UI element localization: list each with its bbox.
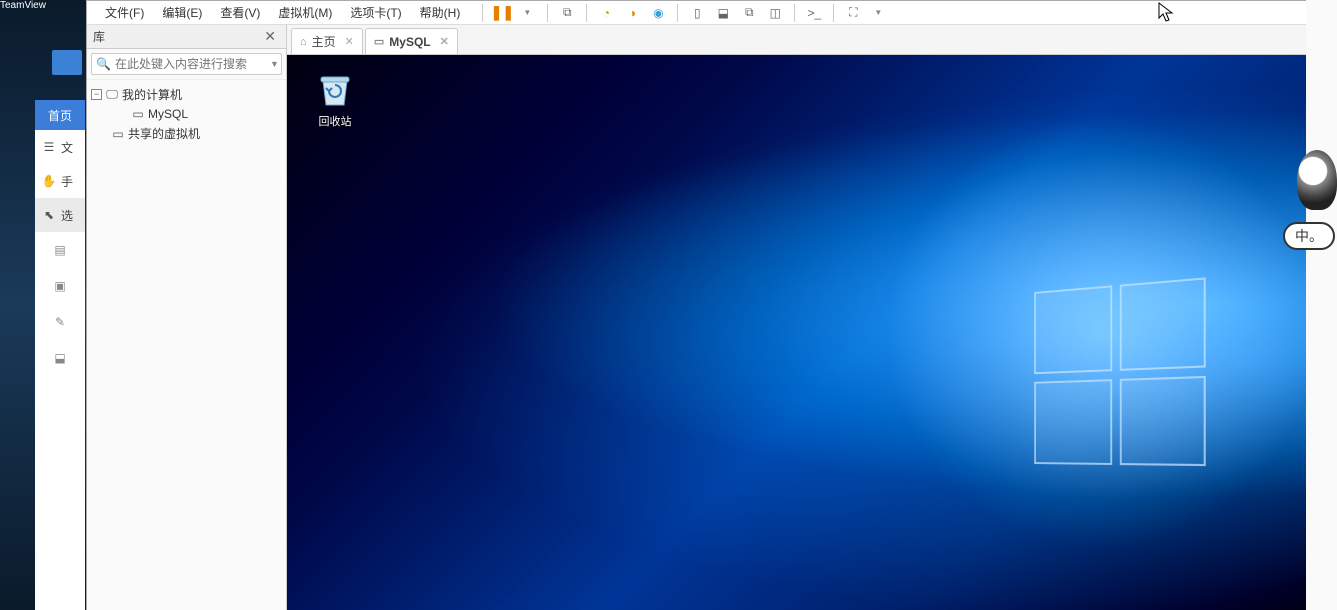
- chevron-down-icon[interactable]: ▼: [270, 59, 279, 69]
- tree-node-label: MySQL: [148, 107, 188, 121]
- vmware-window: 文件(F) 编辑(E) 查看(V) 虚拟机(M) 选项卡(T) 帮助(H) ❚❚…: [86, 0, 1306, 610]
- sidebar-pen-button[interactable]: ✎: [35, 304, 85, 340]
- tab-close-button[interactable]: ✕: [440, 35, 449, 48]
- tab-close-button[interactable]: ✕: [345, 35, 354, 48]
- left-app-sidebar: 首页 ☰ 文 ✋ 手 ⬉ 选 ▤ ▣ ✎ ⬓: [35, 100, 85, 610]
- library-search: 🔍 ▼: [87, 49, 286, 80]
- toolbar-separator: [677, 4, 678, 22]
- sidebar-item-select[interactable]: ⬉ 选: [35, 198, 85, 232]
- pause-button[interactable]: ❚❚: [491, 2, 513, 24]
- sidebar-item-hand[interactable]: ✋ 手: [35, 164, 85, 198]
- library-search-box[interactable]: 🔍 ▼: [91, 53, 282, 75]
- image-icon: ▣: [54, 279, 65, 293]
- vm-toolbar: ❚❚ ▼ ⧉ ◔ ◑ ◉ ▯ ⬓ ⧉ ◫ >_ ⛶ ▼: [487, 2, 894, 24]
- library-close-button[interactable]: ✕: [260, 28, 280, 45]
- vm-icon: ▭: [374, 35, 384, 48]
- sidebar-item-label: 选: [61, 207, 73, 224]
- library-title: 库: [93, 28, 105, 45]
- menu-edit[interactable]: 编辑(E): [154, 1, 210, 24]
- pause-dropdown[interactable]: ▼: [517, 2, 539, 24]
- tree-node-label: 我的计算机: [122, 86, 182, 103]
- console-button[interactable]: >_: [803, 2, 825, 24]
- vm-menu-text: 文件(F) 编辑(E) 查看(V) 虚拟机(M) 选项卡(T) 帮助(H): [87, 1, 478, 24]
- library-header: 库 ✕: [87, 25, 286, 49]
- shared-icon: ▭: [111, 127, 125, 141]
- layout-1-button[interactable]: ▯: [686, 2, 708, 24]
- menu-help[interactable]: 帮助(H): [412, 1, 469, 24]
- layout-3-button[interactable]: ⧉: [738, 2, 760, 24]
- library-search-input[interactable]: [115, 57, 270, 71]
- home-icon: ⌂: [300, 36, 307, 48]
- snapshot-button[interactable]: ⧉: [556, 2, 578, 24]
- sidebar-item-label: 文: [61, 139, 73, 156]
- toolbar-separator: [482, 4, 483, 22]
- vm-icon: ▭: [131, 107, 145, 121]
- ime-indicator[interactable]: 中。: [1283, 222, 1335, 250]
- folder-icon-fragment: [52, 50, 82, 75]
- layout-4-button[interactable]: ◫: [764, 2, 786, 24]
- tab-label: 主页: [312, 33, 336, 50]
- tab-home[interactable]: ⌂ 主页 ✕: [291, 28, 363, 54]
- vm-guest-viewport[interactable]: 回收站: [287, 55, 1306, 610]
- tab-mysql[interactable]: ▭ MySQL ✕: [365, 28, 458, 54]
- tab-label: MySQL: [389, 35, 430, 49]
- teamviewer-fragment: TeamView: [0, 0, 45, 12]
- fullscreen-button[interactable]: ⛶: [842, 2, 864, 24]
- recycle-bin-icon: [315, 69, 355, 109]
- monitor-icon: 🖵: [105, 87, 119, 102]
- toolbar-separator: [833, 4, 834, 22]
- hand-icon: ✋: [41, 173, 57, 189]
- sidebar-item-menu[interactable]: ☰ 文: [35, 130, 85, 164]
- win10-logo: [1034, 277, 1206, 466]
- export-icon: ⬓: [54, 351, 65, 365]
- menu-icon: ☰: [41, 139, 57, 155]
- sidebar-item-label: 手: [61, 173, 73, 190]
- snapshot-manage-button[interactable]: ◉: [647, 2, 669, 24]
- tree-node-label: 共享的虚拟机: [128, 125, 200, 142]
- sidebar-export-button[interactable]: ⬓: [35, 340, 85, 376]
- sidebar-image-button[interactable]: ▣: [35, 268, 85, 304]
- sidebar-list-button[interactable]: ▤: [35, 232, 85, 268]
- toolbar-separator: [547, 4, 548, 22]
- chevron-down-icon: ▼: [523, 8, 531, 17]
- left-sidebar-header[interactable]: 首页: [35, 100, 85, 130]
- chevron-down-icon: ▼: [874, 8, 882, 17]
- menu-vm[interactable]: 虚拟机(M): [270, 1, 340, 24]
- vm-menubar: 文件(F) 编辑(E) 查看(V) 虚拟机(M) 选项卡(T) 帮助(H) ❚❚…: [87, 1, 1306, 25]
- list-icon: ▤: [54, 243, 65, 257]
- menu-view[interactable]: 查看(V): [212, 1, 268, 24]
- right-edge-panel: [1306, 0, 1337, 610]
- fullscreen-dropdown[interactable]: ▼: [868, 2, 890, 24]
- mascot-icon[interactable]: [1297, 150, 1337, 210]
- vm-body: 库 ✕ 🔍 ▼ − 🖵 我的计算机 ▭ MySQL: [87, 25, 1306, 610]
- vm-library-panel: 库 ✕ 🔍 ▼ − 🖵 我的计算机 ▭ MySQL: [87, 25, 287, 610]
- tree-toggle-icon[interactable]: −: [91, 89, 102, 100]
- toolbar-separator: [586, 4, 587, 22]
- menu-file[interactable]: 文件(F): [97, 1, 152, 24]
- layout-2-button[interactable]: ⬓: [712, 2, 734, 24]
- recycle-bin-desktop-icon[interactable]: 回收站: [305, 69, 365, 129]
- tree-node-shared[interactable]: ▭ 共享的虚拟机: [87, 123, 286, 144]
- search-icon: 🔍: [96, 57, 111, 71]
- snapshot-take-button[interactable]: ◔: [595, 2, 617, 24]
- recycle-bin-label: 回收站: [305, 113, 365, 129]
- library-tree: − 🖵 我的计算机 ▭ MySQL ▭ 共享的虚拟机: [87, 80, 286, 610]
- toolbar-separator: [794, 4, 795, 22]
- tree-node-my-computer[interactable]: − 🖵 我的计算机: [87, 84, 286, 105]
- snapshot-revert-button[interactable]: ◑: [621, 2, 643, 24]
- menu-tabs[interactable]: 选项卡(T): [342, 1, 409, 24]
- cursor-icon: ⬉: [41, 207, 57, 223]
- vm-main: ⌂ 主页 ✕ ▭ MySQL ✕: [287, 25, 1306, 610]
- vm-tabs: ⌂ 主页 ✕ ▭ MySQL ✕: [287, 25, 1306, 55]
- pen-icon: ✎: [55, 315, 65, 329]
- tree-node-mysql[interactable]: ▭ MySQL: [87, 105, 286, 123]
